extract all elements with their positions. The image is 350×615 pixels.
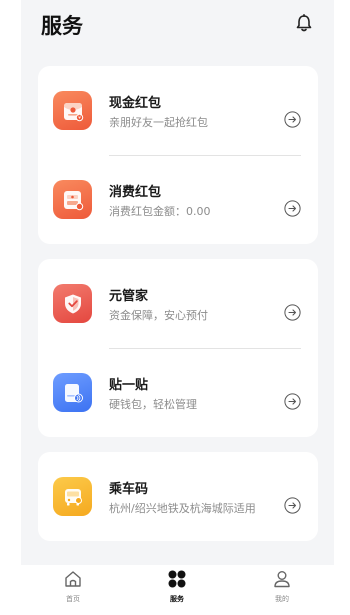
- card-tap-icon: [53, 373, 92, 412]
- tab-mine[interactable]: 我的: [252, 569, 312, 611]
- service-name: 贴一贴: [109, 378, 149, 393]
- service-desc: 亲朋好友一起抢红包: [109, 116, 208, 129]
- arrow-right-circle-icon[interactable]: [284, 200, 301, 217]
- arrow-right-circle-icon[interactable]: [284, 111, 301, 128]
- cash-red-packet-icon: ¥: [53, 91, 92, 130]
- consumption-red-packet-icon: [53, 180, 92, 219]
- arrow-right-circle-icon[interactable]: [284, 304, 301, 321]
- service-desc: 消费红包金额：0.00: [109, 205, 211, 218]
- service-screen: 服务 ¥ 现金红包 亲朋好友一起抢红包 消费红包 消费红包金额：0.00 元管家…: [21, 0, 334, 615]
- transit-card: 乘车码 杭州/绍兴地铁及杭海城际适用: [38, 452, 318, 541]
- grid-icon: [167, 569, 187, 589]
- service-name: 乘车码: [109, 482, 149, 497]
- tab-label: 我的: [275, 595, 289, 603]
- tab-service[interactable]: 服务: [147, 569, 207, 611]
- service-item-consumption-red-packet[interactable]: 消费红包 消费红包金额：0.00: [38, 155, 318, 244]
- svg-text:¥: ¥: [78, 115, 81, 121]
- service-name: 现金红包: [109, 96, 162, 111]
- service-item-ride-code[interactable]: 乘车码 杭州/绍兴地铁及杭海城际适用: [38, 452, 318, 541]
- header: 服务: [21, 0, 334, 56]
- red-packet-card: ¥ 现金红包 亲朋好友一起抢红包 消费红包 消费红包金额：0.00: [38, 66, 318, 244]
- tab-home[interactable]: 首页: [43, 569, 103, 611]
- service-name: 元管家: [109, 289, 149, 304]
- arrow-right-circle-icon[interactable]: [284, 497, 301, 514]
- bottom-tab-bar: 首页 服务 我的: [21, 565, 334, 615]
- bus-icon: [53, 477, 92, 516]
- user-icon: [272, 569, 292, 589]
- service-desc: 硬钱包，轻松管理: [109, 398, 197, 411]
- page-title: 服务: [41, 14, 83, 38]
- service-desc: 杭州/绍兴地铁及杭海城际适用: [109, 502, 256, 515]
- service-desc: 资金保障，安心预付: [109, 309, 208, 322]
- arrow-right-circle-icon[interactable]: [284, 393, 301, 410]
- bell-icon[interactable]: [294, 13, 314, 33]
- home-icon: [63, 569, 83, 589]
- tab-label: 服务: [170, 595, 184, 603]
- service-item-cash-red-packet[interactable]: ¥ 现金红包 亲朋好友一起抢红包: [38, 66, 318, 155]
- service-name: 消费红包: [109, 185, 162, 200]
- tab-label: 首页: [66, 595, 80, 603]
- service-item-yuan-guanjia[interactable]: 元管家 资金保障，安心预付: [38, 259, 318, 348]
- shield-check-icon: [53, 284, 92, 323]
- service-item-tie-yi-tie[interactable]: 贴一贴 硬钱包，轻松管理: [38, 348, 318, 437]
- wallet-card: 元管家 资金保障，安心预付 贴一贴 硬钱包，轻松管理: [38, 259, 318, 437]
